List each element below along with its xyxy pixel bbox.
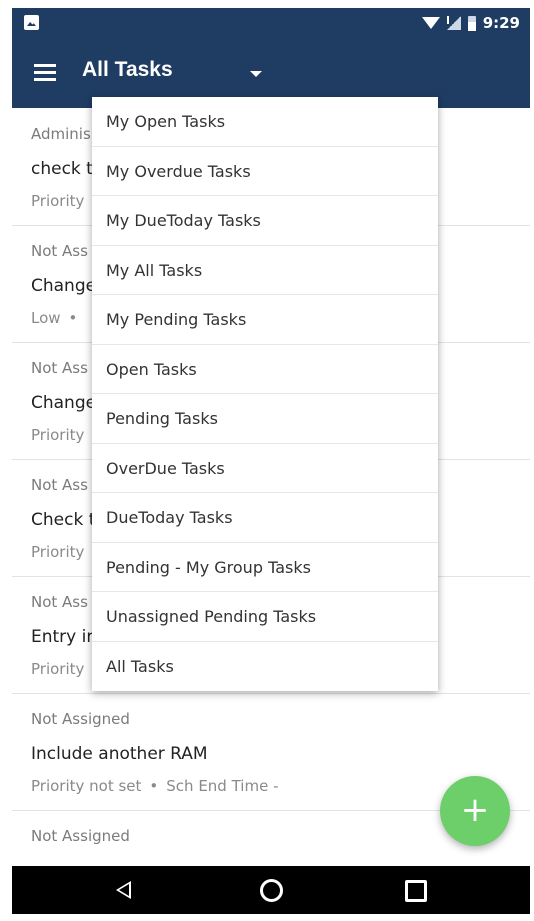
signal-icon	[446, 16, 461, 30]
home-icon[interactable]	[260, 879, 283, 902]
recent-apps-icon[interactable]	[405, 880, 427, 902]
battery-icon	[467, 15, 476, 31]
wifi-icon	[421, 17, 440, 29]
task-priority: Low	[31, 309, 61, 327]
task-meta: Priority	[31, 192, 84, 210]
task-name: Entry ir	[31, 627, 94, 647]
task-priority: Priority not set	[31, 777, 142, 795]
task-priority: Priority	[31, 426, 85, 444]
task-name: Change	[31, 276, 97, 296]
phone-screen: 9:29 All Tasks Adminis check t Priority …	[12, 8, 530, 914]
task-meta: Priority	[31, 543, 84, 561]
dropdown-caret-icon[interactable]	[250, 71, 262, 77]
dropdown-item-pending-group-tasks[interactable]: Pending - My Group Tasks	[92, 543, 438, 592]
task-meta: Priority	[31, 426, 84, 444]
dropdown-item-my-overdue-tasks[interactable]: My Overdue Tasks	[92, 147, 438, 196]
add-task-button[interactable]: +	[440, 776, 510, 846]
status-bar: 9:29	[12, 8, 530, 38]
task-name: Include another RAM	[31, 744, 208, 764]
task-filter-dropdown: My Open Tasks My Overdue Tasks My DueTod…	[92, 97, 438, 691]
task-priority: Priority	[31, 660, 85, 678]
task-end-time: Sch End Time -	[166, 777, 279, 795]
dropdown-item-overdue-tasks[interactable]: OverDue Tasks	[92, 444, 438, 493]
task-name: Change	[31, 393, 97, 413]
task-assignee: Not Ass	[31, 476, 88, 494]
dropdown-item-my-all-tasks[interactable]: My All Tasks	[92, 246, 438, 295]
menu-icon[interactable]	[34, 64, 56, 82]
task-meta: Low •	[31, 309, 85, 327]
task-assignee: Not Ass	[31, 593, 88, 611]
task-assignee: Adminis	[31, 125, 91, 143]
task-meta: Priority not set • Sch End Time -	[31, 777, 279, 795]
task-assignee: Not Ass	[31, 242, 88, 260]
task-assignee: Not Ass	[31, 359, 88, 377]
dropdown-item-my-pending-tasks[interactable]: My Pending Tasks	[92, 295, 438, 345]
image-notification-icon	[24, 15, 39, 30]
dropdown-item-all-tasks[interactable]: All Tasks	[92, 642, 438, 692]
back-icon[interactable]	[116, 881, 131, 899]
dropdown-item-my-open-tasks[interactable]: My Open Tasks	[92, 97, 438, 147]
separator-dot: •	[149, 777, 159, 795]
dropdown-item-open-tasks[interactable]: Open Tasks	[92, 345, 438, 394]
system-nav-bar	[12, 866, 530, 914]
view-selector-title[interactable]: All Tasks	[82, 58, 173, 82]
dropdown-item-pending-tasks[interactable]: Pending Tasks	[92, 394, 438, 444]
dropdown-item-my-duetoday-tasks[interactable]: My DueToday Tasks	[92, 196, 438, 246]
dropdown-item-unassigned-pending-tasks[interactable]: Unassigned Pending Tasks	[92, 592, 438, 642]
task-assignee: Not Assigned	[31, 710, 130, 728]
separator-dot: •	[68, 309, 78, 327]
task-priority: Priority	[31, 543, 85, 561]
task-name: Check t	[31, 510, 96, 530]
task-name: check t	[31, 159, 93, 179]
task-assignee: Not Assigned	[31, 827, 130, 845]
task-priority: Priority	[31, 192, 85, 210]
status-icons: 9:29	[421, 12, 520, 34]
clock: 9:29	[482, 14, 520, 32]
task-meta: Priority	[31, 660, 84, 678]
dropdown-item-duetoday-tasks[interactable]: DueToday Tasks	[92, 493, 438, 543]
